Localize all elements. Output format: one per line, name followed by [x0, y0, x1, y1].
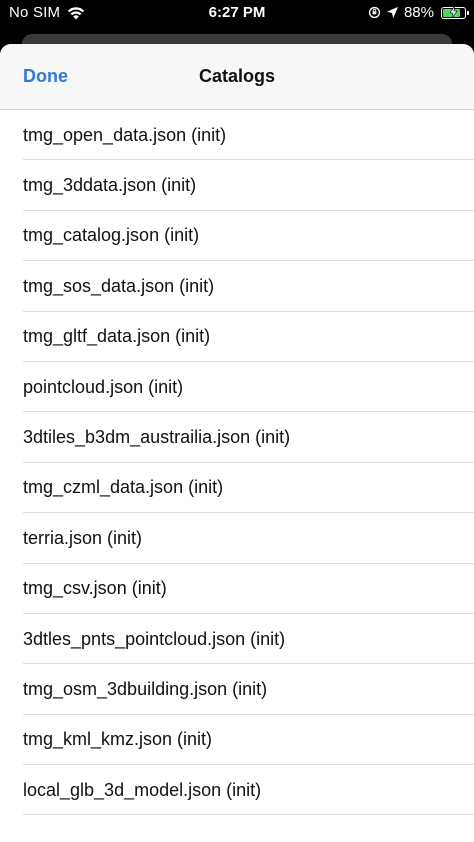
- location-arrow-icon: [386, 6, 399, 19]
- catalog-list-item[interactable]: tmg_open_data.json (init): [0, 110, 474, 161]
- status-bar-right: 88%: [368, 4, 469, 21]
- battery-nub: [467, 10, 469, 15]
- catalog-list-item[interactable]: local_glb_3d_model.json (init): [0, 765, 474, 816]
- catalog-list-item[interactable]: tmg_gltf_data.json (init): [0, 312, 474, 363]
- catalog-list-item[interactable]: pointcloud.json (init): [0, 362, 474, 413]
- catalog-list-item[interactable]: 3dtiles_b3dm_austrailia.json (init): [0, 412, 474, 464]
- catalog-list-item[interactable]: 3dtles_pnts_pointcloud.json (init): [0, 614, 474, 665]
- catalog-list-item[interactable]: tmg_czml_data.json (init): [0, 463, 474, 514]
- catalog-list-item[interactable]: tmg_kml_kmz.json (init): [0, 715, 474, 766]
- status-bar: No SIM 6:27 PM 88%: [0, 0, 474, 26]
- catalog-list-item[interactable]: tmg_csv.json (init): [0, 564, 474, 615]
- battery-charging-icon: [441, 5, 469, 19]
- battery-percent: 88%: [403, 4, 434, 21]
- orientation-lock-icon: [368, 6, 381, 19]
- catalog-list-item[interactable]: tmg_3ddata.json (init): [0, 160, 474, 212]
- catalog-list-item[interactable]: tmg_osm_3dbuilding.json (init): [0, 664, 474, 716]
- catalog-list-item[interactable]: tmg_catalog.json (init): [0, 211, 474, 262]
- catalog-list-item[interactable]: tmg_sos_data.json (init): [0, 261, 474, 312]
- navigation-bar: Done Catalogs: [0, 44, 474, 110]
- catalogs-sheet: Done Catalogs tmg_open_data.json (init) t…: [0, 44, 474, 842]
- page-title: Catalogs: [198, 66, 276, 86]
- catalog-list-item[interactable]: terria.json (init): [0, 513, 474, 564]
- charging-bolt-icon: [449, 5, 458, 18]
- catalog-list: tmg_open_data.json (init) tmg_3ddata.json…: [0, 110, 474, 816]
